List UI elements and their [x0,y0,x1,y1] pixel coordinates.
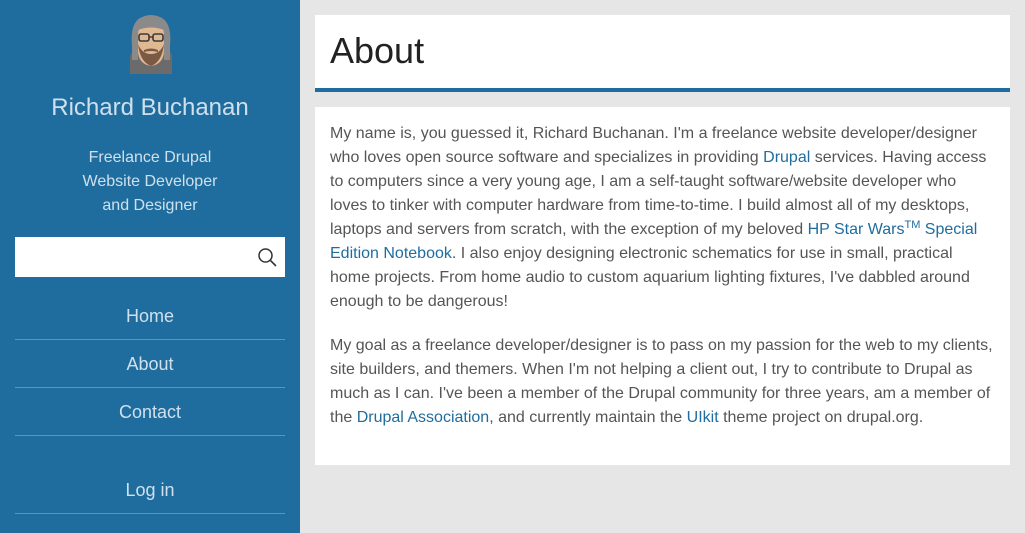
nav-item-about[interactable]: About [15,340,285,388]
text: theme project on drupal.org. [718,409,924,426]
nav-item-log-in[interactable]: Log in [15,466,285,514]
main-menu: Home About Contact [15,292,285,436]
paragraph-goal: My goal as a freelance developer/designe… [330,334,995,430]
trademark-mark: TM [904,219,921,231]
avatar[interactable] [124,14,178,74]
drupal-link[interactable]: Drupal [763,149,810,166]
slogan-line: Freelance Drupal [88,149,212,166]
search-input[interactable] [15,237,245,277]
sidebar: Richard Buchanan Freelance Drupal Websit… [0,0,300,533]
slogan-line: Website Developer [82,173,218,190]
page-title: About [330,30,425,71]
search-form [15,237,285,277]
page-title-panel: About [315,15,1010,92]
site-slogan: Freelance Drupal Website Developer and D… [0,146,300,218]
nav-item-home[interactable]: Home [15,292,285,340]
nav-item-contact[interactable]: Contact [15,388,285,436]
text: , and currently maintain the [489,409,687,426]
uikit-link[interactable]: UIkit [687,409,719,426]
site-name[interactable]: Richard Buchanan [0,94,300,122]
account-menu: Log in [15,466,285,514]
slogan-line: and Designer [102,197,198,214]
drupal-association-link[interactable]: Drupal Association [357,409,490,426]
paragraph-intro: My name is, you guessed it, Richard Buch… [330,122,995,314]
page-content: My name is, you guessed it, Richard Buch… [315,107,1010,465]
link-text: HP Star Wars [807,221,905,238]
search-icon[interactable] [257,247,277,267]
